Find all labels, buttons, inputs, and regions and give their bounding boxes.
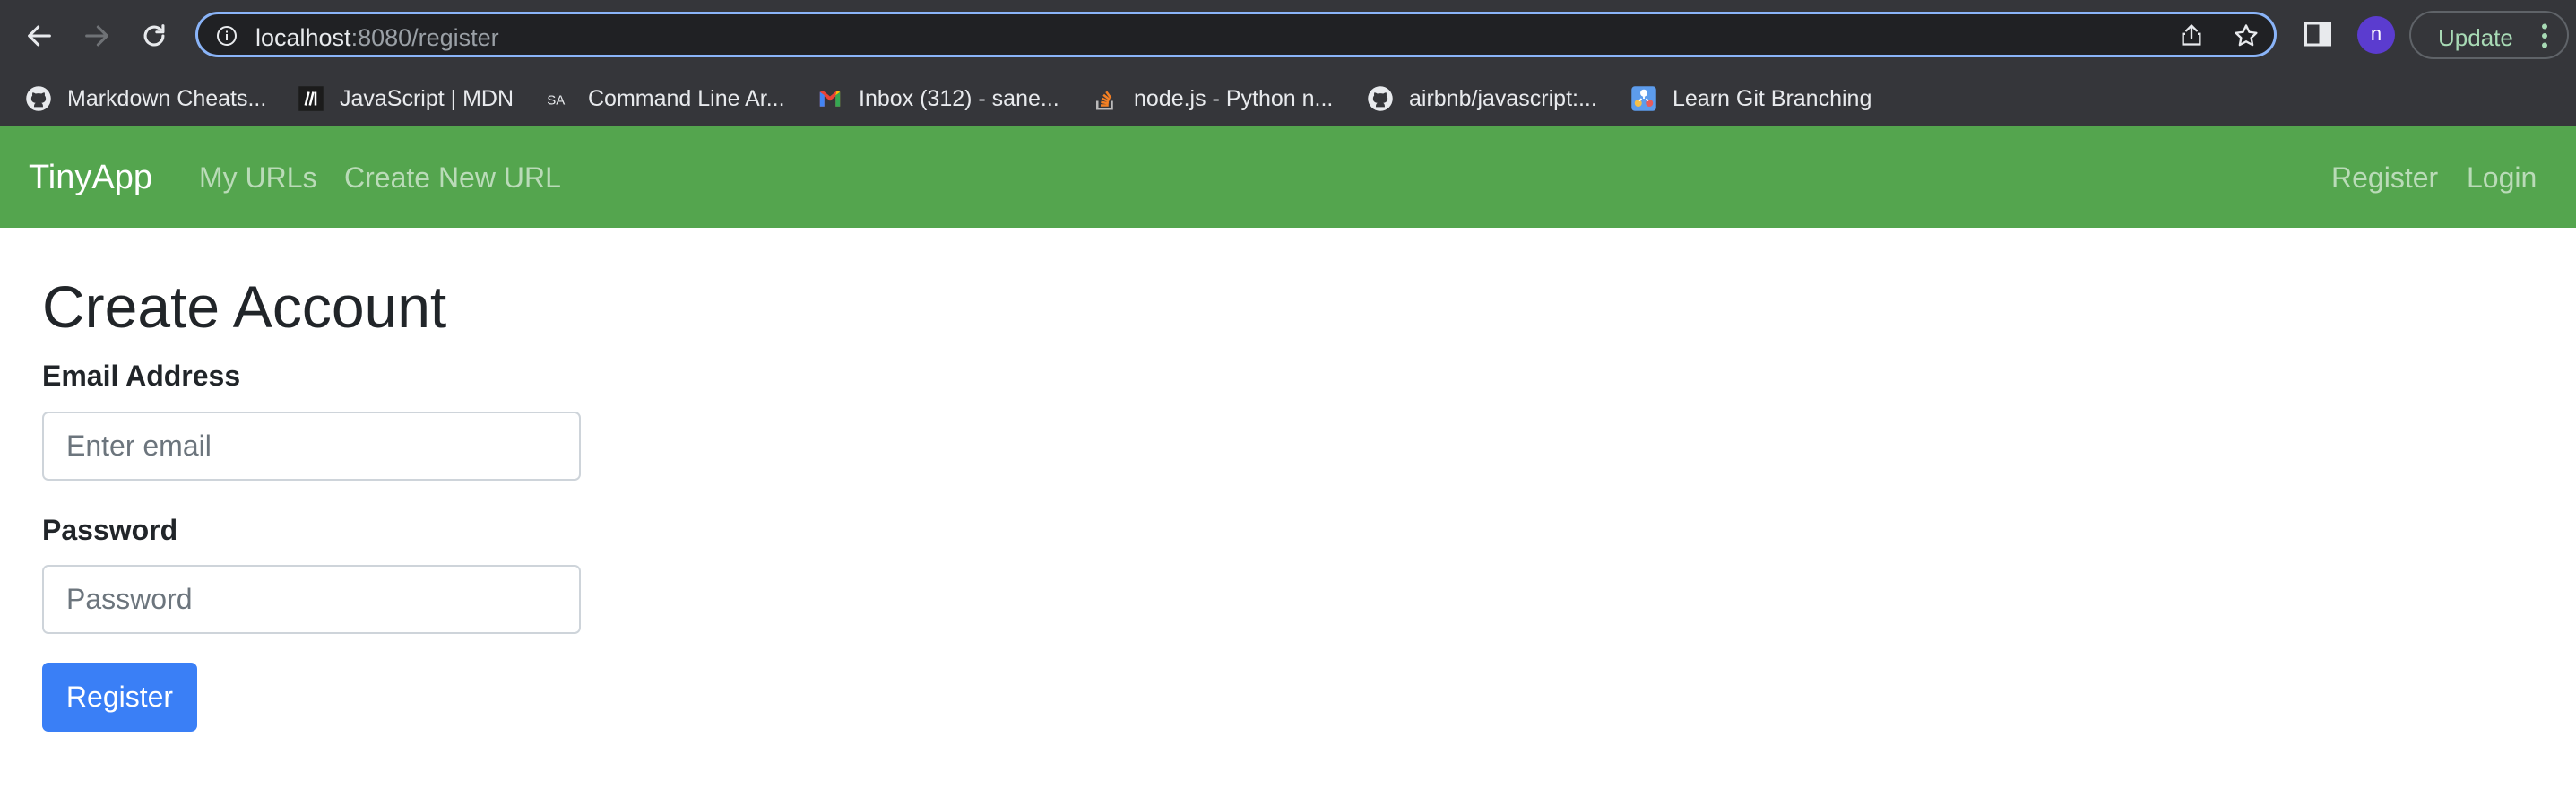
bookmark-label: airbnb/javascript:... [1409, 85, 1597, 111]
back-button[interactable] [22, 18, 57, 54]
password-field[interactable] [42, 565, 581, 634]
back-arrow-icon [28, 25, 51, 47]
url-host: localhost [255, 24, 351, 51]
register-button[interactable]: Register [42, 663, 197, 732]
bookmark-label: node.js - Python n... [1134, 85, 1334, 111]
bookmark-markdown[interactable]: Markdown Cheats... [24, 81, 266, 117]
reload-icon [143, 24, 165, 47]
nav-register[interactable]: Register [2331, 161, 2438, 195]
password-label: Password [42, 514, 178, 546]
bookmark-label: Learn Git Branching [1673, 85, 1872, 111]
bookmark-mdn[interactable]: JavaScript | MDN [297, 81, 514, 117]
bookmark-star-icon[interactable] [2233, 22, 2260, 54]
forward-arrow-icon [85, 25, 108, 47]
forward-button[interactable] [79, 18, 115, 54]
bookmark-command-line[interactable]: SA Command Line Ar... [545, 81, 785, 117]
url-path: :8080/register [350, 24, 499, 51]
site-info-icon[interactable] [216, 25, 238, 51]
bookmark-label: JavaScript | MDN [340, 85, 514, 111]
bookmarks-bar: Markdown Cheats... JavaScript | MDN SA C… [0, 72, 2576, 126]
git-branching-icon [1629, 84, 1658, 113]
brand-link[interactable]: TinyApp [29, 159, 152, 197]
update-button[interactable]: Update [2409, 11, 2569, 59]
bookmark-label: Command Line Ar... [588, 85, 785, 111]
kebab-menu-icon[interactable] [2539, 22, 2550, 54]
bookmark-learn-git[interactable]: Learn Git Branching [1629, 81, 1871, 117]
nav-my-urls[interactable]: My URLs [199, 161, 317, 195]
bookmark-stackoverflow[interactable]: node.js - Python n... [1091, 81, 1333, 117]
email-field[interactable] [42, 412, 581, 481]
app-navbar: TinyApp My URLs Create New URL Register … [0, 126, 2576, 228]
email-label: Email Address [42, 360, 241, 392]
svg-text:SA: SA [547, 92, 565, 108]
reload-button[interactable] [136, 18, 172, 54]
bookmark-label: Inbox (312) - sane... [859, 85, 1059, 111]
bookmark-label: Markdown Cheats... [67, 85, 267, 111]
side-panel-icon[interactable] [2302, 18, 2334, 55]
gmail-icon [816, 84, 844, 113]
bookmark-airbnb[interactable]: airbnb/javascript:... [1366, 81, 1597, 117]
nav-login[interactable]: Login [2467, 161, 2537, 195]
page-title: Create Account [42, 273, 447, 340]
stackoverflow-icon [1091, 84, 1119, 113]
bookmark-gmail[interactable]: Inbox (312) - sane... [816, 81, 1059, 117]
sa-icon: SA [545, 84, 574, 113]
address-bar[interactable]: localhost:8080/register [195, 12, 2277, 57]
url-text: localhost:8080/register [255, 24, 499, 52]
nav-create-new-url[interactable]: Create New URL [344, 161, 561, 195]
share-icon[interactable] [2179, 22, 2204, 52]
browser-toolbar: localhost:8080/register n Update [0, 0, 2576, 72]
update-label: Update [2438, 24, 2513, 51]
mdn-icon [297, 84, 325, 113]
github-icon [1366, 84, 1395, 113]
github-icon [24, 84, 53, 113]
profile-avatar[interactable]: n [2357, 16, 2395, 54]
